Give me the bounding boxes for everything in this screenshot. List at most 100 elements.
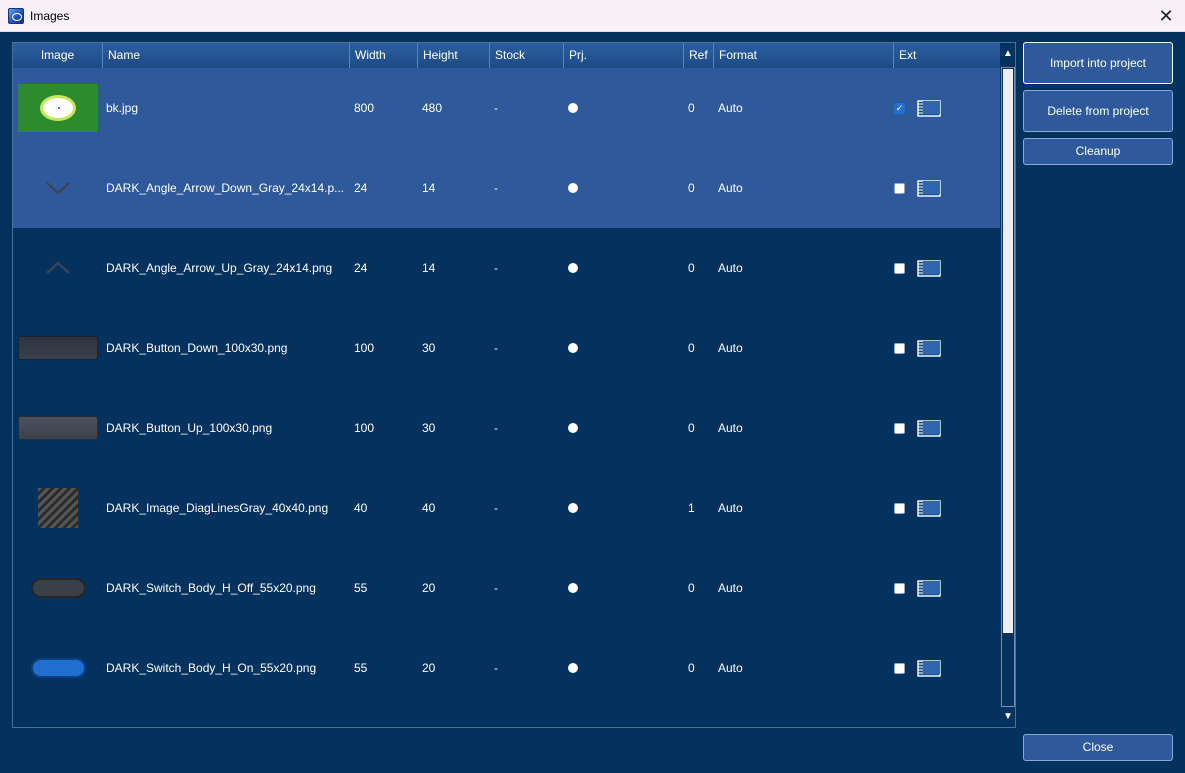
image-cell <box>13 628 103 708</box>
ext-cell <box>894 228 994 308</box>
table-row[interactable]: DARK_Button_Up_100x30.png 100 30 - 0 Auto <box>13 388 1000 468</box>
col-header-prj[interactable]: Prj. <box>564 43 684 68</box>
stock-cell: - <box>494 581 498 595</box>
format-cell[interactable]: Auto <box>714 148 894 228</box>
height-cell: 40 <box>422 501 436 515</box>
width-cell: 55 <box>354 581 368 595</box>
table-row[interactable]: DARK_Switch_Body_H_On_55x20.png 55 20 - 0 Aut… <box>13 628 1000 708</box>
scroll-down-arrow-icon[interactable]: ▼ <box>1002 711 1014 723</box>
col-header-ref[interactable]: Ref <box>684 43 714 68</box>
vertical-scrollbar[interactable]: ▲ ▼ <box>1000 43 1015 727</box>
import-into-project-button[interactable]: Import into project <box>1023 42 1173 84</box>
external-editor-icon[interactable] <box>917 339 941 357</box>
name-cell: DARK_Button_Up_100x30.png <box>106 421 273 435</box>
col-header-format[interactable]: Format <box>714 43 894 68</box>
col-header-ext[interactable]: Ext <box>894 43 1000 68</box>
prj-cell <box>564 68 684 148</box>
col-header-name[interactable]: Name <box>103 43 350 68</box>
col-header-image[interactable]: Image <box>13 43 103 68</box>
chevron-down-icon <box>46 182 70 195</box>
format-cell[interactable]: Auto <box>714 228 894 308</box>
prj-cell <box>564 228 684 308</box>
thumbnail-button-down <box>18 336 98 360</box>
ext-checkbox[interactable] <box>894 182 905 194</box>
ext-checkbox[interactable] <box>894 582 905 594</box>
ext-checkbox[interactable] <box>894 422 905 434</box>
prj-cell <box>564 468 684 548</box>
ext-checkbox[interactable] <box>894 342 905 354</box>
scroll-thumb[interactable] <box>1003 69 1013 633</box>
ext-checkbox[interactable] <box>894 502 905 514</box>
width-cell: 40 <box>354 501 368 515</box>
in-project-indicator-icon <box>568 263 578 273</box>
in-project-indicator-icon <box>568 183 578 193</box>
stock-cell: - <box>494 181 498 195</box>
image-cell <box>13 468 103 548</box>
external-editor-icon[interactable] <box>917 99 941 117</box>
thumbnail-switch-on <box>30 658 86 678</box>
table-row[interactable]: bk.jpg 800 480 - 0 Auto ✓ <box>13 68 1000 148</box>
image-cell <box>13 68 103 148</box>
col-header-stock[interactable]: Stock <box>490 43 564 68</box>
col-header-height[interactable]: Height <box>418 43 490 68</box>
width-cell: 100 <box>354 341 375 355</box>
table-row[interactable]: DARK_Angle_Arrow_Down_Gray_24x14.p... 24 1… <box>13 148 1000 228</box>
ref-cell: 0 <box>688 261 695 275</box>
close-button[interactable]: Close <box>1023 734 1173 761</box>
format-cell[interactable]: Auto <box>714 548 894 628</box>
close-icon[interactable]: ✕ <box>1155 5 1177 27</box>
height-cell: 20 <box>422 581 436 595</box>
ext-checkbox[interactable]: ✓ <box>894 102 905 114</box>
in-project-indicator-icon <box>568 423 578 433</box>
name-cell: DARK_Image_DiagLinesGray_40x40.png <box>106 501 329 515</box>
format-cell[interactable]: Auto <box>714 68 894 148</box>
height-cell: 30 <box>422 421 436 435</box>
name-cell: DARK_Switch_Body_H_Off_55x20.png <box>106 581 316 595</box>
stock-cell: - <box>494 261 498 275</box>
scroll-up-arrow-icon[interactable]: ▲ <box>1002 48 1014 60</box>
prj-cell <box>564 388 684 468</box>
width-cell: 24 <box>354 181 368 195</box>
ext-cell: ✓ <box>894 68 994 148</box>
external-editor-icon[interactable] <box>917 659 941 677</box>
external-editor-icon[interactable] <box>917 259 941 277</box>
stock-cell: - <box>494 661 498 675</box>
delete-from-project-button[interactable]: Delete from project <box>1023 90 1173 132</box>
title-bar: Images ✕ <box>0 0 1185 32</box>
table-row[interactable]: DARK_Angle_Arrow_Up_Gray_24x14.png 24 14 - 0… <box>13 228 1000 308</box>
external-editor-icon[interactable] <box>917 499 941 517</box>
thumbnail-switch-off <box>30 578 86 598</box>
format-cell[interactable]: Auto <box>714 628 894 708</box>
external-editor-icon[interactable] <box>917 579 941 597</box>
external-editor-icon[interactable] <box>917 179 941 197</box>
images-grid: Image Name Width Height Stock Prj. Ref F… <box>12 42 1016 728</box>
width-cell: 55 <box>354 661 368 675</box>
thumbnail-diag-lines <box>38 488 78 528</box>
ref-cell: 0 <box>688 181 695 195</box>
format-cell[interactable]: Auto <box>714 308 894 388</box>
in-project-indicator-icon <box>568 343 578 353</box>
thumbnail-bk <box>18 84 98 132</box>
col-header-width[interactable]: Width <box>350 43 418 68</box>
format-cell[interactable]: Auto <box>714 388 894 468</box>
table-row[interactable]: DARK_Switch_Body_H_Off_55x20.png 55 20 - 0 Au… <box>13 548 1000 628</box>
thumbnail-button-up <box>18 416 98 440</box>
ref-cell: 0 <box>688 341 695 355</box>
table-row[interactable]: DARK_Button_Down_100x30.png 100 30 - 0 Auto <box>13 308 1000 388</box>
ext-cell <box>894 308 994 388</box>
stock-cell: - <box>494 341 498 355</box>
format-cell[interactable]: Auto <box>714 468 894 548</box>
name-cell: DARK_Button_Down_100x30.png <box>106 341 288 355</box>
scroll-track[interactable] <box>1001 67 1015 707</box>
in-project-indicator-icon <box>568 103 578 113</box>
height-cell: 480 <box>422 101 443 115</box>
ext-checkbox[interactable] <box>894 262 905 274</box>
ref-cell: 0 <box>688 421 695 435</box>
ext-checkbox[interactable] <box>894 662 905 674</box>
width-cell: 100 <box>354 421 375 435</box>
external-editor-icon[interactable] <box>917 419 941 437</box>
ref-cell: 0 <box>688 101 695 115</box>
cleanup-button[interactable]: Cleanup <box>1023 138 1173 165</box>
table-row[interactable]: DARK_Image_DiagLinesGray_40x40.png 40 40 - 1… <box>13 468 1000 548</box>
name-cell: DARK_Switch_Body_H_On_55x20.png <box>106 661 317 675</box>
